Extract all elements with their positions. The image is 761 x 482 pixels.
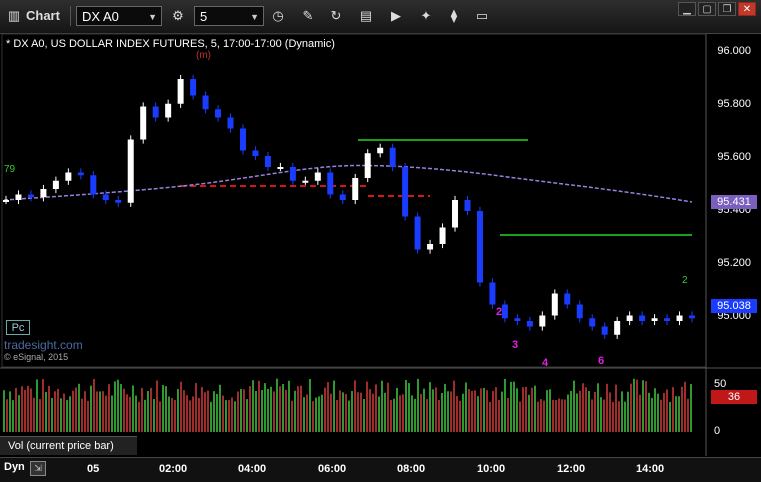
candle-body xyxy=(377,147,384,154)
candle-body xyxy=(639,315,646,321)
candle-body xyxy=(15,194,22,200)
time-label: 14:00 xyxy=(636,463,665,475)
candle-body xyxy=(576,304,583,319)
candle-body xyxy=(489,282,496,305)
candle-body xyxy=(165,103,172,118)
candle-body xyxy=(27,194,34,198)
marker-label: 79 xyxy=(4,164,16,175)
candle-body xyxy=(402,167,409,217)
marker-label: 2 xyxy=(496,306,502,318)
candle-body xyxy=(190,79,197,96)
time-label: 04:00 xyxy=(238,463,267,475)
candle-body xyxy=(476,211,483,283)
marker-label: 6 xyxy=(598,355,604,367)
scale-icon[interactable]: ⇲ xyxy=(30,461,46,476)
candle-body xyxy=(439,227,446,244)
candle-body xyxy=(676,315,683,321)
time-axis: Dyn ⇲ 05 02:00 04:00 06:00 08:00 10:00 1… xyxy=(0,457,761,482)
marker-label: 3 xyxy=(512,339,518,351)
price-tick: 95.200 xyxy=(717,257,751,269)
candle-body xyxy=(464,200,471,211)
candle-body xyxy=(40,189,47,198)
candle-body xyxy=(364,153,371,178)
candle-body xyxy=(514,318,521,321)
candle-body xyxy=(389,147,396,167)
candle-body xyxy=(452,200,459,228)
candle-body xyxy=(77,172,84,176)
marker-label: 4 xyxy=(542,357,549,369)
vol-tick-0: 0 xyxy=(714,425,720,437)
dyn-label: Dyn xyxy=(4,461,25,473)
candle-body xyxy=(239,128,246,151)
candle-body xyxy=(227,117,234,129)
candle-body xyxy=(215,109,222,118)
price-tick: 95.600 xyxy=(717,151,751,163)
chart-title: * DX A0, US DOLLAR INDEX FUTURES, 5, 17:… xyxy=(6,38,335,50)
candle-body xyxy=(115,200,122,203)
candle-body xyxy=(252,150,259,156)
candle-body xyxy=(589,318,596,327)
candle-body xyxy=(526,321,533,327)
candles xyxy=(3,74,695,339)
candle-body xyxy=(501,304,508,319)
candle-body xyxy=(152,106,159,118)
candle-body xyxy=(140,106,147,140)
copyright: © eSignal, 2015 xyxy=(4,352,69,362)
watermark: tradesight.com xyxy=(4,338,83,352)
price-chart[interactable]: 50 0 (m) 2 3 4 6 2 79 xyxy=(0,0,761,481)
candle-body xyxy=(551,293,558,316)
last-price-tag: 95.038 xyxy=(711,299,757,313)
price-tick: 96.000 xyxy=(717,45,751,57)
pc-button[interactable]: Pc xyxy=(6,320,30,335)
candle-body xyxy=(277,167,284,169)
time-label: 02:00 xyxy=(159,463,188,475)
candle-body xyxy=(564,293,571,305)
volume-bars xyxy=(3,378,692,432)
candle-body xyxy=(427,244,434,250)
candle-body xyxy=(65,172,72,181)
candle-body xyxy=(651,318,658,321)
candle-body xyxy=(102,194,109,200)
price-panel xyxy=(1,33,707,368)
candle-body xyxy=(289,167,296,181)
marker-label: 2 xyxy=(682,275,688,286)
candle-body xyxy=(327,172,334,195)
candle-body xyxy=(302,180,309,183)
candle-body xyxy=(601,326,608,335)
vol-tick-50: 50 xyxy=(714,378,726,390)
candle-body xyxy=(177,79,184,104)
time-label: 12:00 xyxy=(557,463,586,475)
candle-body xyxy=(127,139,134,203)
candle-body xyxy=(339,194,346,200)
volume-label: Vol (current price bar) xyxy=(0,436,137,455)
candle-body xyxy=(202,95,209,110)
time-label: 08:00 xyxy=(397,463,426,475)
candle-body xyxy=(352,178,359,200)
candle-body xyxy=(689,315,695,319)
candle-body xyxy=(52,180,59,189)
candle-body xyxy=(414,216,421,250)
time-label: 10:00 xyxy=(477,463,506,475)
candle-body xyxy=(664,318,671,321)
candle-body xyxy=(614,321,621,335)
ma-price-tag: 95.431 xyxy=(711,195,757,209)
candle-body xyxy=(264,156,271,167)
marker-label: (m) xyxy=(196,50,211,61)
price-tick: 95.800 xyxy=(717,98,751,110)
candle-body xyxy=(314,172,321,181)
candle-body xyxy=(626,315,633,321)
candle-body xyxy=(539,315,546,327)
vol-current-tag: 36 xyxy=(711,390,757,404)
candle-body xyxy=(3,200,9,202)
time-label: 06:00 xyxy=(318,463,347,475)
time-label: 05 xyxy=(87,463,100,475)
candle-body xyxy=(90,175,97,195)
